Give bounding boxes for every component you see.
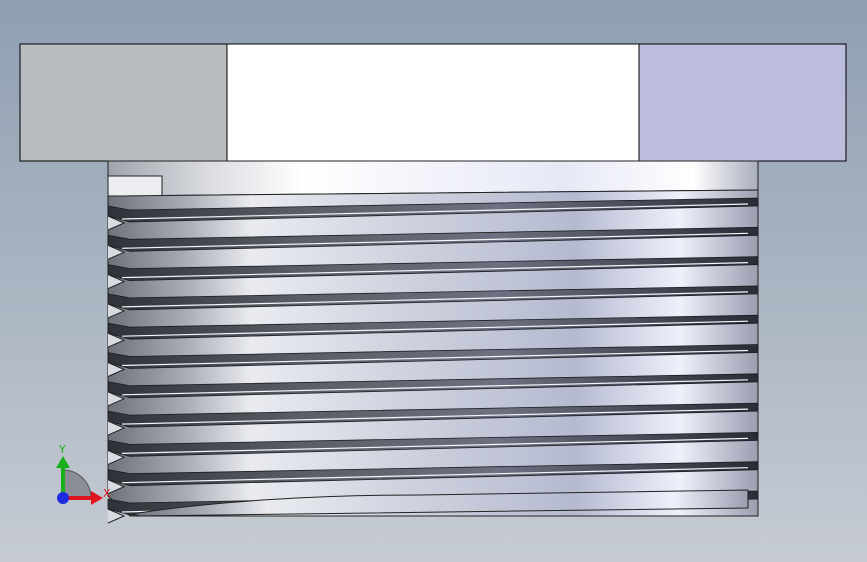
head-left-face[interactable]: [19, 43, 228, 162]
collar-notch: [107, 175, 163, 199]
x-axis-arrowhead: [91, 491, 103, 505]
model-scene[interactable]: Y X: [0, 0, 867, 562]
head-front-face[interactable]: [226, 43, 640, 162]
y-axis-arrowhead: [56, 456, 70, 468]
graphics-viewport[interactable]: Y X: [0, 0, 867, 562]
z-axis: [57, 492, 69, 504]
y-axis-label: Y: [58, 443, 66, 456]
head-right-face[interactable]: [638, 43, 847, 162]
x-axis-label: X: [103, 487, 111, 500]
coordinate-triad[interactable]: Y X: [56, 443, 111, 505]
